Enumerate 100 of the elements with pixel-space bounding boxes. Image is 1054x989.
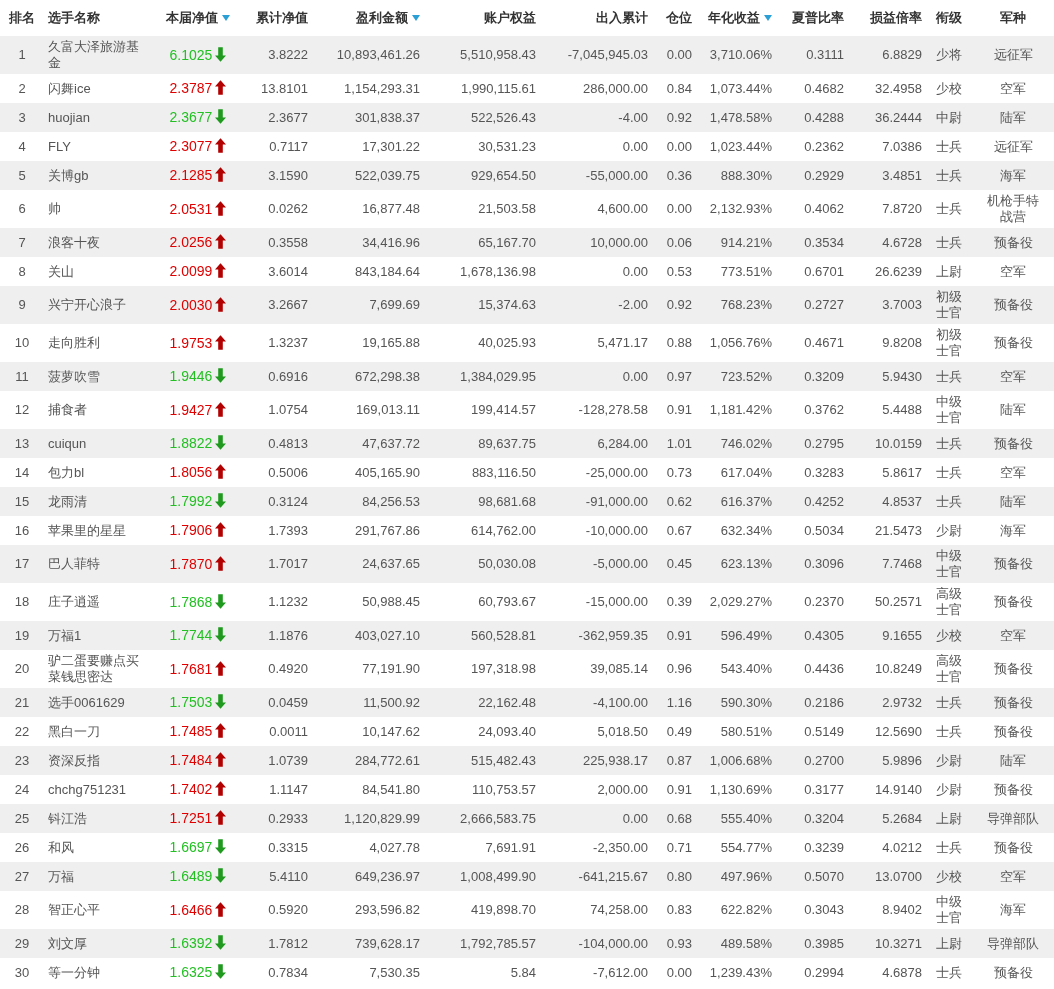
- table-cell: 1,478.58%: [696, 103, 776, 132]
- table-cell: 中级士官: [926, 545, 972, 583]
- player-name: 捕食者: [44, 391, 150, 429]
- table-cell: 预备役: [972, 717, 1054, 746]
- table-cell: 10.3271: [848, 929, 926, 958]
- player-name: 巴人菲特: [44, 545, 150, 583]
- table-cell: 士兵: [926, 833, 972, 862]
- table-cell: 60,793.67: [424, 583, 540, 621]
- table-cell: 98,681.68: [424, 487, 540, 516]
- table-cell: 768.23%: [696, 286, 776, 324]
- table-cell: 10.0159: [848, 429, 926, 458]
- table-cell: 上尉: [926, 804, 972, 833]
- table-cell: 24,093.40: [424, 717, 540, 746]
- table-cell: 14: [0, 458, 44, 487]
- table-cell: 15: [0, 487, 44, 516]
- table-cell: 预备役: [972, 545, 1054, 583]
- table-cell: 1.7393: [246, 516, 312, 545]
- table-cell: 0.00: [540, 804, 652, 833]
- table-cell: 560,528.81: [424, 621, 540, 650]
- net-value: 1.7868: [169, 593, 213, 610]
- table-cell: 40,025.93: [424, 324, 540, 362]
- net-value: 1.6325: [169, 964, 213, 980]
- table-cell: 7: [0, 228, 44, 257]
- table-cell: 0.39: [652, 583, 696, 621]
- player-name: 菠萝吹雪: [44, 362, 150, 391]
- column-header[interactable]: 年化收益: [696, 0, 776, 36]
- table-cell: 0.00: [540, 362, 652, 391]
- table-cell: 空军: [972, 257, 1054, 286]
- table-cell: 上尉: [926, 929, 972, 958]
- sort-icon[interactable]: [222, 15, 230, 21]
- column-header: 出入累计: [540, 0, 652, 36]
- net-value: 1.7681: [169, 660, 213, 677]
- table-cell: 13.0700: [848, 862, 926, 891]
- player-name: 帅: [44, 190, 150, 228]
- net-value: 1.7744: [169, 627, 213, 643]
- table-cell: 0.97: [652, 362, 696, 391]
- net-value: 6.1025: [169, 46, 213, 63]
- table-cell: 预备役: [972, 958, 1054, 987]
- table-cell: 10,147.62: [312, 717, 424, 746]
- table-cell: 士兵: [926, 132, 972, 161]
- table-cell: 1.0739: [246, 746, 312, 775]
- table-cell: 0.92: [652, 103, 696, 132]
- table-cell: 614,762.00: [424, 516, 540, 545]
- table-cell: 2,132.93%: [696, 190, 776, 228]
- table-cell: 50,030.08: [424, 545, 540, 583]
- table-cell: 少校: [926, 621, 972, 650]
- player-name: 走向胜利: [44, 324, 150, 362]
- table-cell: 19: [0, 621, 44, 650]
- table-cell: 少将: [926, 36, 972, 74]
- table-cell: 空军: [972, 74, 1054, 103]
- table-cell: 25: [0, 804, 44, 833]
- table-cell: 515,482.43: [424, 746, 540, 775]
- net-value: 2.1285: [169, 167, 213, 183]
- table-cell: 0.2727: [776, 286, 848, 324]
- table-cell: 0.6701: [776, 257, 848, 286]
- table-cell: 883,116.50: [424, 458, 540, 487]
- table-cell: 预备役: [972, 775, 1054, 804]
- net-value: 2.0256: [169, 234, 213, 250]
- net-value: 1.9753: [169, 334, 213, 351]
- table-cell: 8.9402: [848, 891, 926, 929]
- table-cell: 0.4671: [776, 324, 848, 362]
- table-cell: 0.71: [652, 833, 696, 862]
- column-header[interactable]: 本届净值: [150, 0, 246, 36]
- net-value: 1.8056: [169, 464, 213, 480]
- table-cell: 0.6916: [246, 362, 312, 391]
- table-cell: -641,215.67: [540, 862, 652, 891]
- net-value: 1.9427: [169, 401, 213, 418]
- column-header[interactable]: 盈利金额: [312, 0, 424, 36]
- sort-icon[interactable]: [412, 15, 420, 21]
- table-cell: 9: [0, 286, 44, 324]
- table-cell: 0.3111: [776, 36, 848, 74]
- column-header: 军种: [972, 0, 1054, 36]
- player-name: 包力bl: [44, 458, 150, 487]
- table-cell: 543.40%: [696, 650, 776, 688]
- table-cell: 0.00: [652, 36, 696, 74]
- table-cell: 0.67: [652, 516, 696, 545]
- table-cell: 4.6878: [848, 958, 926, 987]
- table-cell: 497.96%: [696, 862, 776, 891]
- table-cell: 0.62: [652, 487, 696, 516]
- table-cell: 746.02%: [696, 429, 776, 458]
- table-cell: 士兵: [926, 362, 972, 391]
- table-cell: 773.51%: [696, 257, 776, 286]
- column-header: 累计净值: [246, 0, 312, 36]
- table-cell: 1,023.44%: [696, 132, 776, 161]
- table-cell: 65,167.70: [424, 228, 540, 257]
- table-cell: 50.2571: [848, 583, 926, 621]
- table-cell: 13: [0, 429, 44, 458]
- table-cell: 0.2186: [776, 688, 848, 717]
- table-cell: 海军: [972, 161, 1054, 190]
- table-cell: 199,414.57: [424, 391, 540, 429]
- table-cell: 4.0212: [848, 833, 926, 862]
- table-cell: 士兵: [926, 161, 972, 190]
- table-cell: 士兵: [926, 228, 972, 257]
- table-cell: 4,027.78: [312, 833, 424, 862]
- table-cell: 284,772.61: [312, 746, 424, 775]
- table-cell: 0.3124: [246, 487, 312, 516]
- table-cell: 预备役: [972, 324, 1054, 362]
- table-cell: 0.45: [652, 545, 696, 583]
- sort-icon[interactable]: [764, 15, 772, 21]
- table-cell: 士兵: [926, 717, 972, 746]
